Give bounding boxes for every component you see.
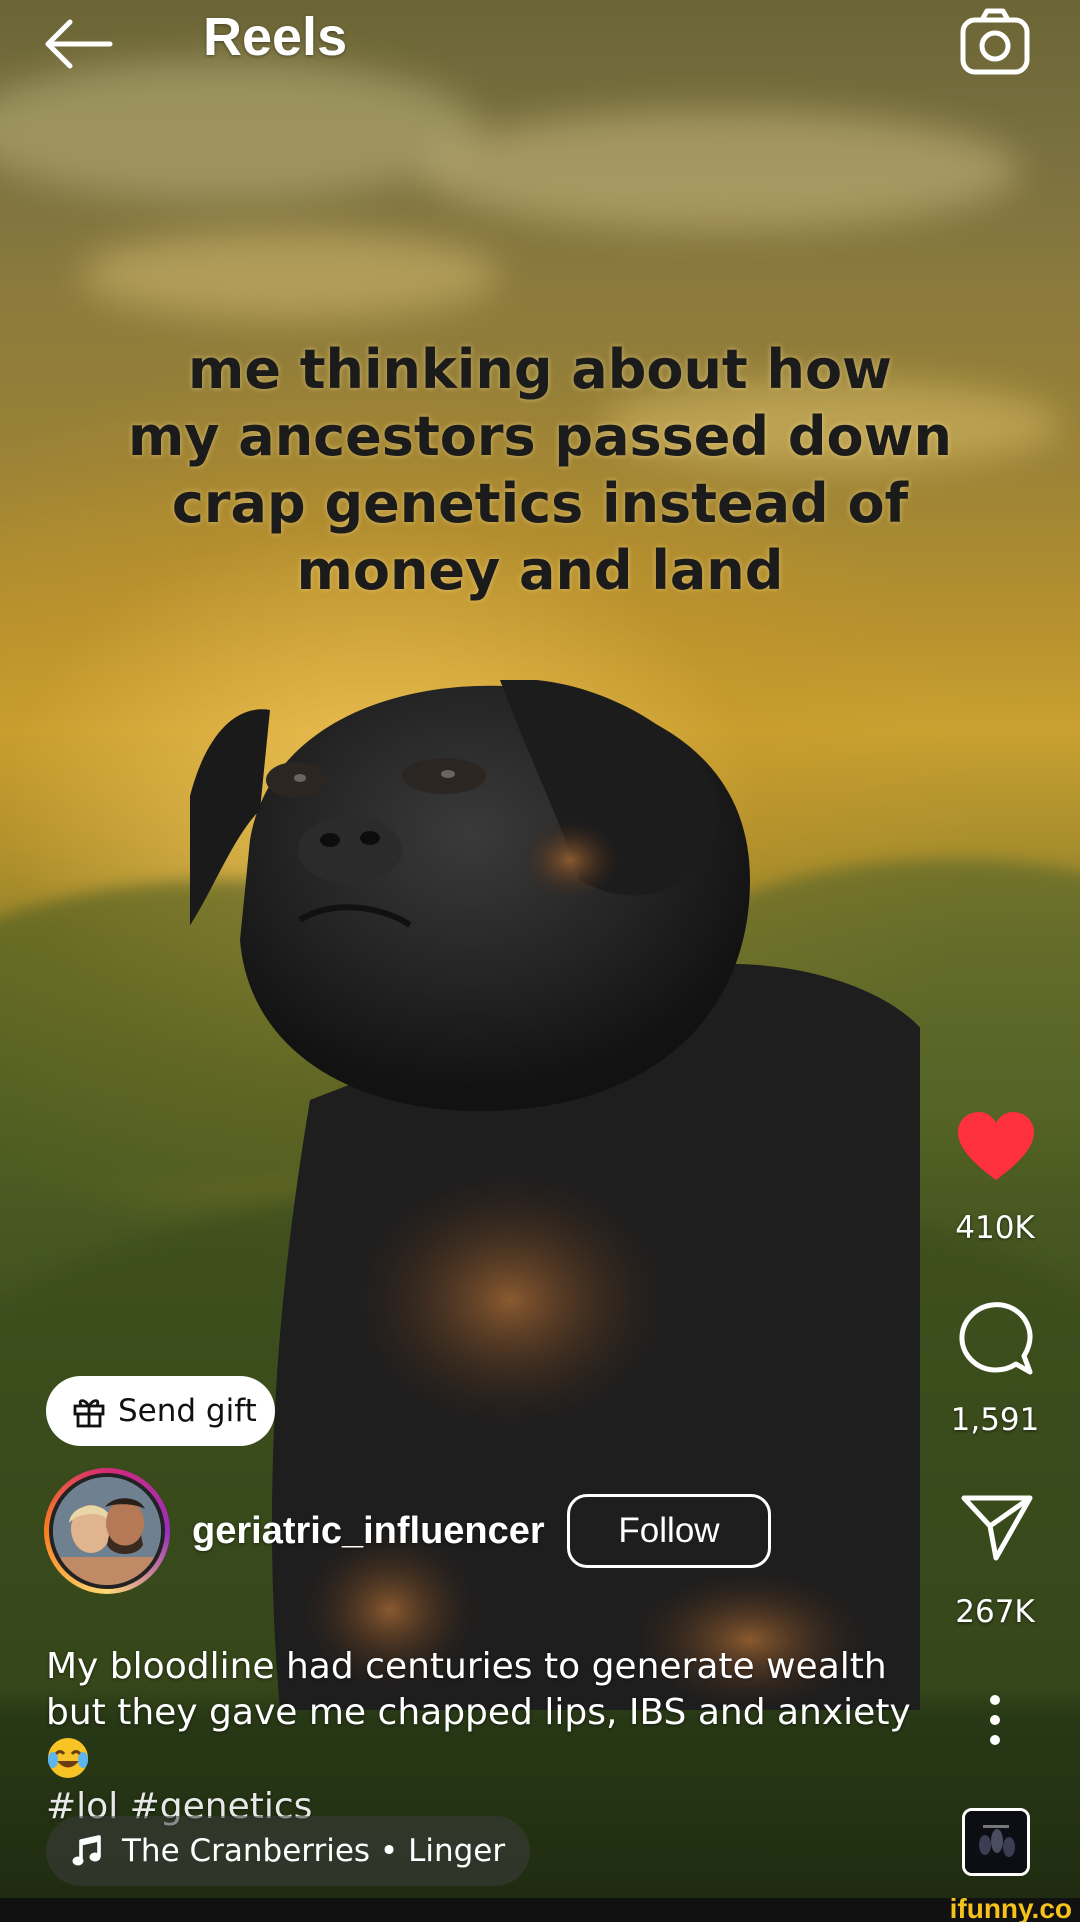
like-count: 410K — [955, 1210, 1035, 1246]
camera-button[interactable] — [958, 4, 1032, 78]
avatar[interactable] — [44, 1468, 170, 1594]
overlay-line: money and land — [296, 539, 784, 602]
camera-icon — [960, 8, 1030, 75]
post-caption[interactable]: My bloodline had centuries to generate w… — [46, 1644, 956, 1830]
arrow-left-icon — [45, 19, 113, 69]
background-cloud — [420, 110, 1020, 230]
audio-cover-thumbnail[interactable] — [962, 1808, 1030, 1876]
comment-icon — [959, 1302, 1033, 1375]
share-button[interactable] — [960, 1492, 1034, 1562]
bottom-strip — [0, 1898, 1080, 1922]
send-gift-label: Send gift — [118, 1393, 257, 1429]
share-count: 267K — [955, 1594, 1035, 1630]
gift-icon — [73, 1399, 105, 1428]
follow-label: Follow — [618, 1511, 720, 1550]
overlay-line: crap genetics instead of — [171, 472, 909, 535]
send-icon — [961, 1495, 1033, 1561]
reels-screen: Reels me thinking about how my ancestors… — [0, 0, 1080, 1922]
follow-button[interactable]: Follow — [567, 1494, 771, 1568]
more-options-button[interactable] — [980, 1690, 1010, 1750]
background-cloud — [80, 230, 500, 320]
comment-button[interactable] — [958, 1300, 1034, 1376]
caption-text: My bloodline had centuries to generate w… — [46, 1646, 911, 1733]
author-username[interactable]: geriatric_influencer — [192, 1510, 545, 1553]
back-button[interactable] — [40, 14, 116, 74]
tears-of-joy-emoji — [46, 1736, 90, 1780]
overlay-line: my ancestors passed down — [128, 405, 952, 468]
like-button[interactable] — [956, 1110, 1036, 1184]
avatar-photo — [49, 1473, 165, 1589]
audio-track-button[interactable]: The Cranberries • Linger — [46, 1816, 530, 1886]
background-cloud — [0, 60, 480, 200]
video-overlay-text: me thinking about how my ancestors passe… — [100, 336, 980, 604]
overlay-line: me thinking about how — [188, 338, 892, 401]
music-note-icon — [72, 1835, 101, 1866]
more-vertical-icon — [990, 1695, 1000, 1745]
audio-track-label: The Cranberries • Linger — [122, 1833, 506, 1869]
dog-photo — [190, 680, 920, 1710]
ifunny-watermark: ifunny.co — [949, 1893, 1072, 1922]
page-title: Reels — [203, 7, 348, 67]
heart-icon — [958, 1112, 1034, 1180]
comment-count: 1,591 — [950, 1402, 1040, 1438]
send-gift-button[interactable]: Send gift — [46, 1376, 275, 1446]
